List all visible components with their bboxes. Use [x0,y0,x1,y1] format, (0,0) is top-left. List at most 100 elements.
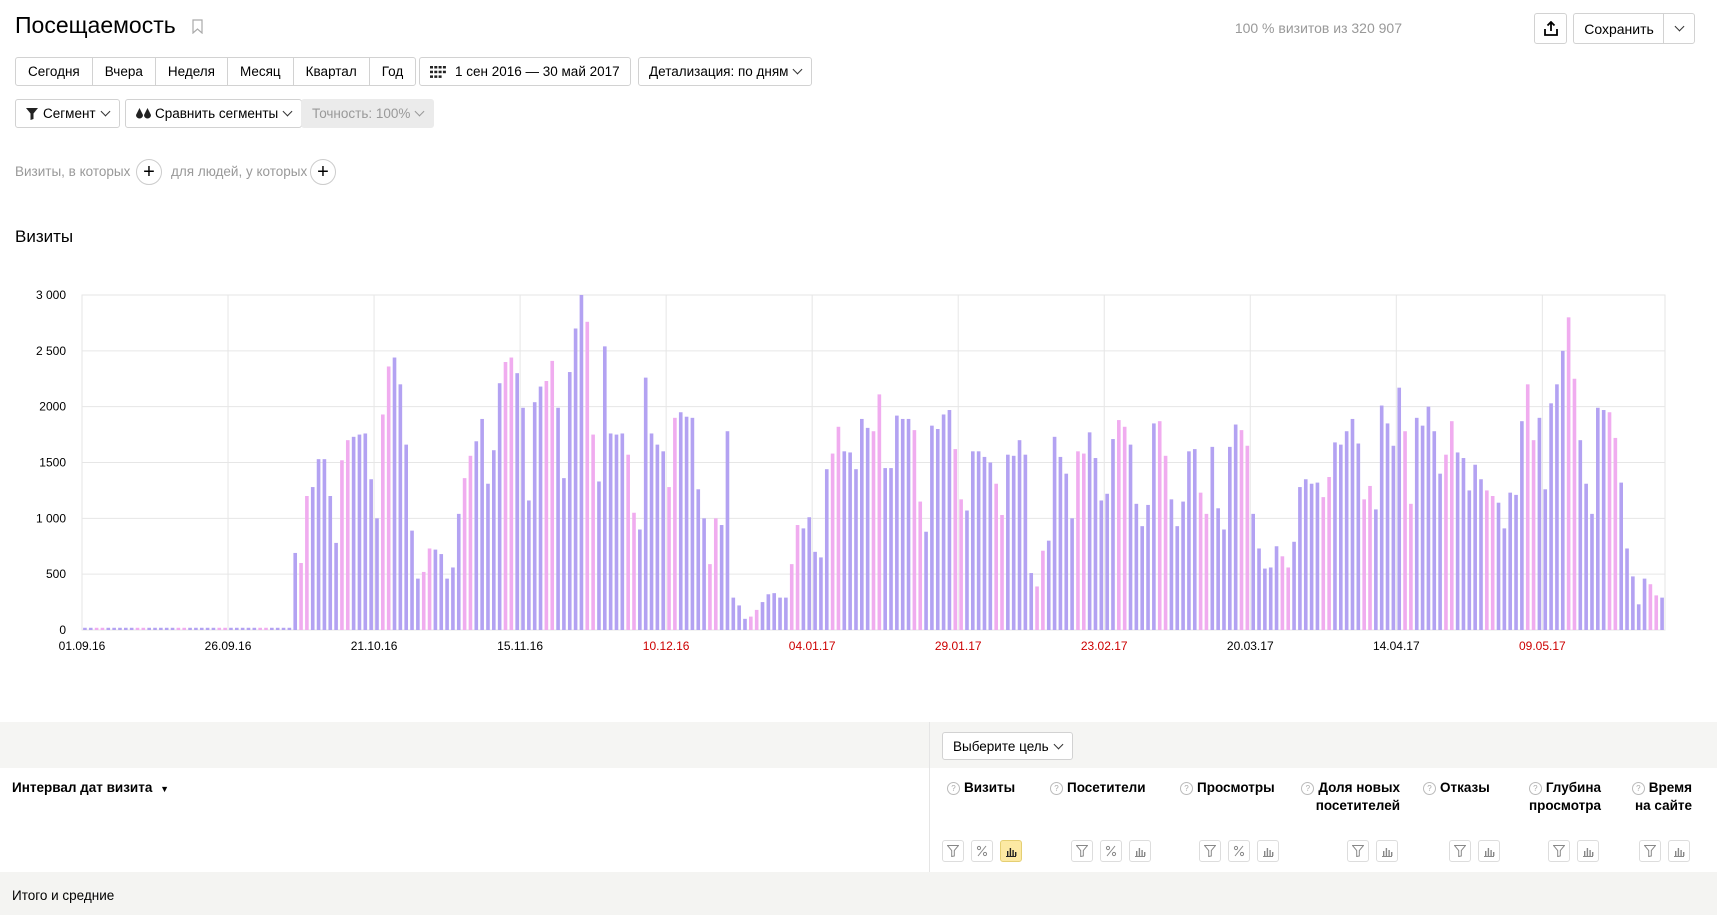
x-tick-label: 20.03.17 [1227,639,1274,653]
visits-bar [1052,436,1057,630]
visits-bar [293,552,298,630]
column-header-bounces[interactable]: ? Отказы [1423,779,1502,797]
column-header-visits[interactable]: ? Визиты [947,779,1024,797]
visits-bar [860,418,864,630]
y-tick-label: 2000 [39,400,66,414]
visits-bar [1496,502,1501,630]
visits-bar [1192,449,1197,630]
visits-bar [749,616,753,630]
visits-bar [264,627,268,630]
visits-bar [141,627,146,630]
visits-bar [678,412,683,630]
y-tick-label: 2 500 [36,344,66,358]
percent-button[interactable] [1228,840,1250,862]
visits-bar [474,441,479,630]
visits-bar [1572,378,1577,630]
export-button[interactable] [1534,13,1567,44]
date-range-button[interactable]: 1 сен 2016 — 30 май 2017 [419,57,631,86]
visits-bar [585,321,590,630]
segment-button[interactable]: Сегмент [15,99,120,128]
dimension-header[interactable]: Интервал дат визита ▼ [12,779,169,798]
period-yesterday[interactable]: Вчера [93,58,156,85]
filter-button[interactable] [1347,840,1369,862]
compare-segments-button[interactable]: Сравнить сегменты [125,99,303,128]
filter-button[interactable] [1639,840,1661,862]
visits-bar [1210,446,1215,630]
column-header-visitors[interactable]: ? Посетители [1050,779,1153,797]
visits-bar [1584,483,1588,630]
save-button[interactable]: Сохранить [1573,13,1664,44]
bar-chart-button[interactable] [1376,840,1398,862]
bar-chart-button[interactable] [1129,840,1151,862]
people-filter-label: для людей, у которых [171,164,308,179]
visits-bar [147,627,151,630]
percent-icon [1105,845,1117,857]
help-icon[interactable]: ? [1423,782,1436,795]
accuracy-dropdown[interactable]: Точность: 100% [301,99,435,128]
select-goal-button[interactable]: Выберите цель [942,732,1073,760]
column-header-depth[interactable]: ? Глубина просмотра [1525,779,1601,815]
bar-chart-button[interactable] [1668,840,1690,862]
visits-bar [88,627,93,630]
help-icon[interactable]: ? [1180,782,1193,795]
visits-bar [1543,489,1548,630]
visits-bar [281,627,286,630]
visits-bar [965,510,969,630]
period-week[interactable]: Неделя [156,58,228,85]
percent-button[interactable] [1100,840,1122,862]
help-icon[interactable]: ? [1631,782,1645,795]
bar-chart-button[interactable] [1257,840,1279,862]
bar-chart-button[interactable] [1000,840,1022,862]
filter-button[interactable] [1071,840,1093,862]
help-icon[interactable]: ? [947,782,960,795]
column-header-pageviews[interactable]: ? Просмотры [1180,779,1281,797]
percent-button[interactable] [971,840,993,862]
visits-bar [895,415,899,630]
help-icon[interactable]: ? [1528,782,1542,795]
calendar-icon [430,65,446,78]
column-header-new-visitors-share[interactable]: ? Доля новых посетителей [1300,779,1400,815]
help-icon[interactable]: ? [1050,782,1063,795]
bar-chart-button[interactable] [1478,840,1500,862]
filter-button[interactable] [1449,840,1471,862]
visits-bar [1035,586,1039,630]
visits-bar [713,518,718,630]
period-month[interactable]: Месяц [228,58,294,85]
visits-bar [100,627,105,630]
visits-bar [871,431,876,630]
period-year[interactable]: Год [370,58,416,85]
visits-bar [719,525,724,630]
visits-bar [188,627,192,630]
visits-bar [404,444,408,630]
visits-bar [112,627,116,630]
x-tick-label: 01.09.16 [59,639,106,653]
filter-button[interactable] [1199,840,1221,862]
period-selector: Сегодня Вчера Неделя Месяц Квартал Год [15,57,417,86]
add-people-condition-button[interactable]: + [310,159,336,185]
bar-chart-icon [1006,848,1017,857]
period-quarter[interactable]: Квартал [294,58,370,85]
column-header-time-on-site[interactable]: ? Время на сайте [1630,779,1692,815]
add-visit-condition-button[interactable]: + [136,159,162,185]
visits-bar [252,627,257,630]
visits-bar [930,425,934,630]
column-header-label: Визиты [964,780,1016,795]
visits-bar [1426,406,1431,630]
bookmark-icon[interactable] [192,19,203,34]
period-today[interactable]: Сегодня [16,58,93,85]
bar-chart-button[interactable] [1577,840,1599,862]
visits-bar [1438,473,1442,630]
visits-bar [118,627,122,630]
detail-dropdown[interactable]: Детализация: по дням [638,57,813,86]
visits-bar [503,362,508,630]
visits-bar [392,357,397,630]
filter-button[interactable] [942,840,964,862]
visits-bar [1362,499,1366,630]
visits-bar [1006,454,1010,630]
help-icon[interactable]: ? [1301,782,1315,795]
save-dropdown-button[interactable] [1663,13,1695,44]
filter-button[interactable] [1548,840,1570,862]
visits-bar [778,597,782,630]
visits-bar [1309,483,1314,630]
visits-bar [1140,526,1145,630]
